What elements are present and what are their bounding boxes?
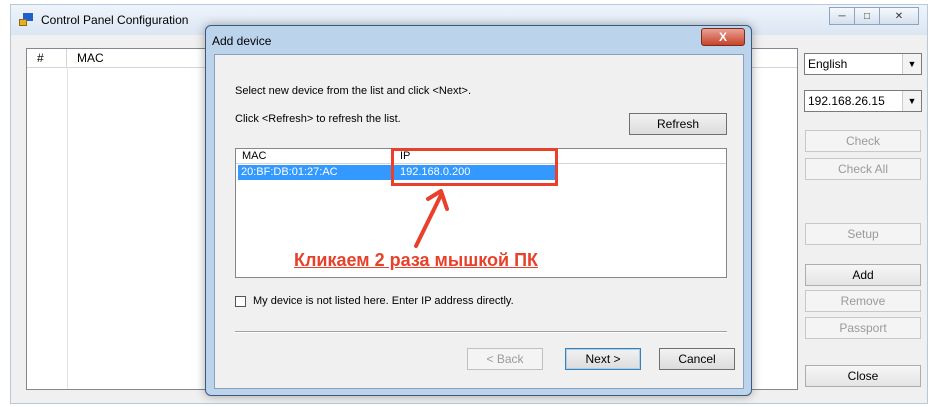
maximize-icon[interactable]: □ [854, 7, 880, 25]
manual-ip-checkbox[interactable] [235, 296, 246, 307]
dialog-close-icon[interactable]: X [701, 28, 745, 46]
instruction-refresh: Click <Refresh> to refresh the list. [235, 113, 401, 125]
close-icon[interactable]: ✕ [879, 7, 919, 25]
setup-button[interactable]: Setup [805, 223, 921, 245]
check-all-button[interactable]: Check All [805, 158, 921, 180]
device-mac: 20:BF:DB:01:27:AC [241, 166, 338, 178]
language-select[interactable]: English ▼ [804, 53, 922, 75]
check-button[interactable]: Check [805, 130, 921, 152]
ip-select[interactable]: 192.168.26.15 ▼ [804, 90, 922, 112]
close-button[interactable]: Close [805, 365, 921, 387]
ip-highlight-box [391, 148, 558, 186]
refresh-button[interactable]: Refresh [629, 113, 727, 135]
dialog-title: Add device [212, 34, 272, 48]
ip-value: 192.168.26.15 [808, 94, 885, 108]
column-header-number[interactable]: # [27, 49, 67, 67]
add-button[interactable]: Add [805, 264, 921, 286]
passport-button[interactable]: Passport [805, 317, 921, 339]
column-divider [67, 67, 68, 389]
minimize-icon[interactable]: ─ [829, 7, 855, 25]
dialog-body: Select new device from the list and clic… [214, 54, 744, 389]
next-button[interactable]: Next > [565, 348, 641, 370]
divider [235, 331, 727, 333]
column-header-mac[interactable]: MAC [67, 49, 104, 67]
annotation-text: Кликаем 2 раза мышкой ПК [294, 250, 539, 270]
manual-ip-label[interactable]: My device is not listed here. Enter IP a… [253, 295, 514, 307]
add-device-dialog: Add device X Select new device from the … [205, 25, 752, 396]
language-value: English [808, 57, 848, 71]
cancel-button[interactable]: Cancel [659, 348, 735, 370]
chevron-down-icon[interactable]: ▼ [902, 54, 921, 74]
column-header-mac[interactable]: MAC [242, 149, 266, 163]
instruction-select: Select new device from the list and clic… [235, 85, 471, 97]
app-icon [19, 13, 35, 27]
remove-button[interactable]: Remove [805, 290, 921, 312]
window-title: Control Panel Configuration [41, 13, 189, 27]
back-button[interactable]: < Back [467, 348, 543, 370]
chevron-down-icon[interactable]: ▼ [902, 91, 921, 111]
